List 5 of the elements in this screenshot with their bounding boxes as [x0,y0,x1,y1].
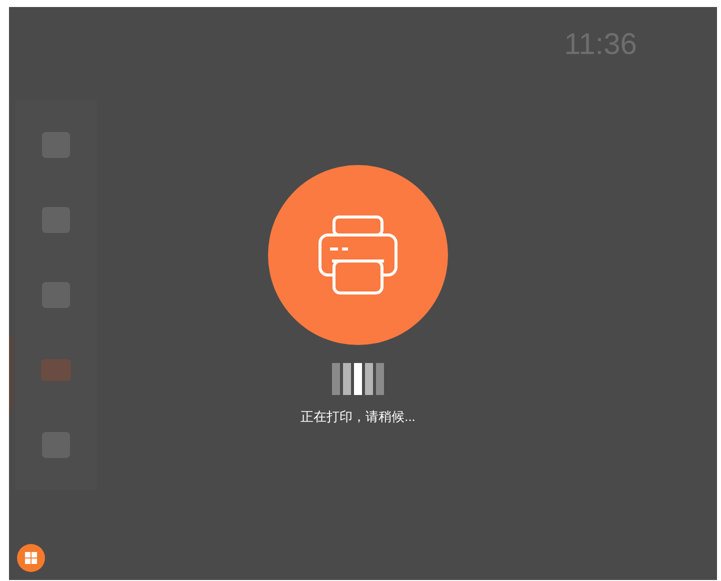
start-button[interactable] [17,544,45,572]
sidebar-item-icon[interactable] [41,358,71,381]
windows-icon [25,552,37,564]
loading-bars-icon [332,363,384,395]
printing-message: 正在打印，请稍候... [300,408,416,426]
